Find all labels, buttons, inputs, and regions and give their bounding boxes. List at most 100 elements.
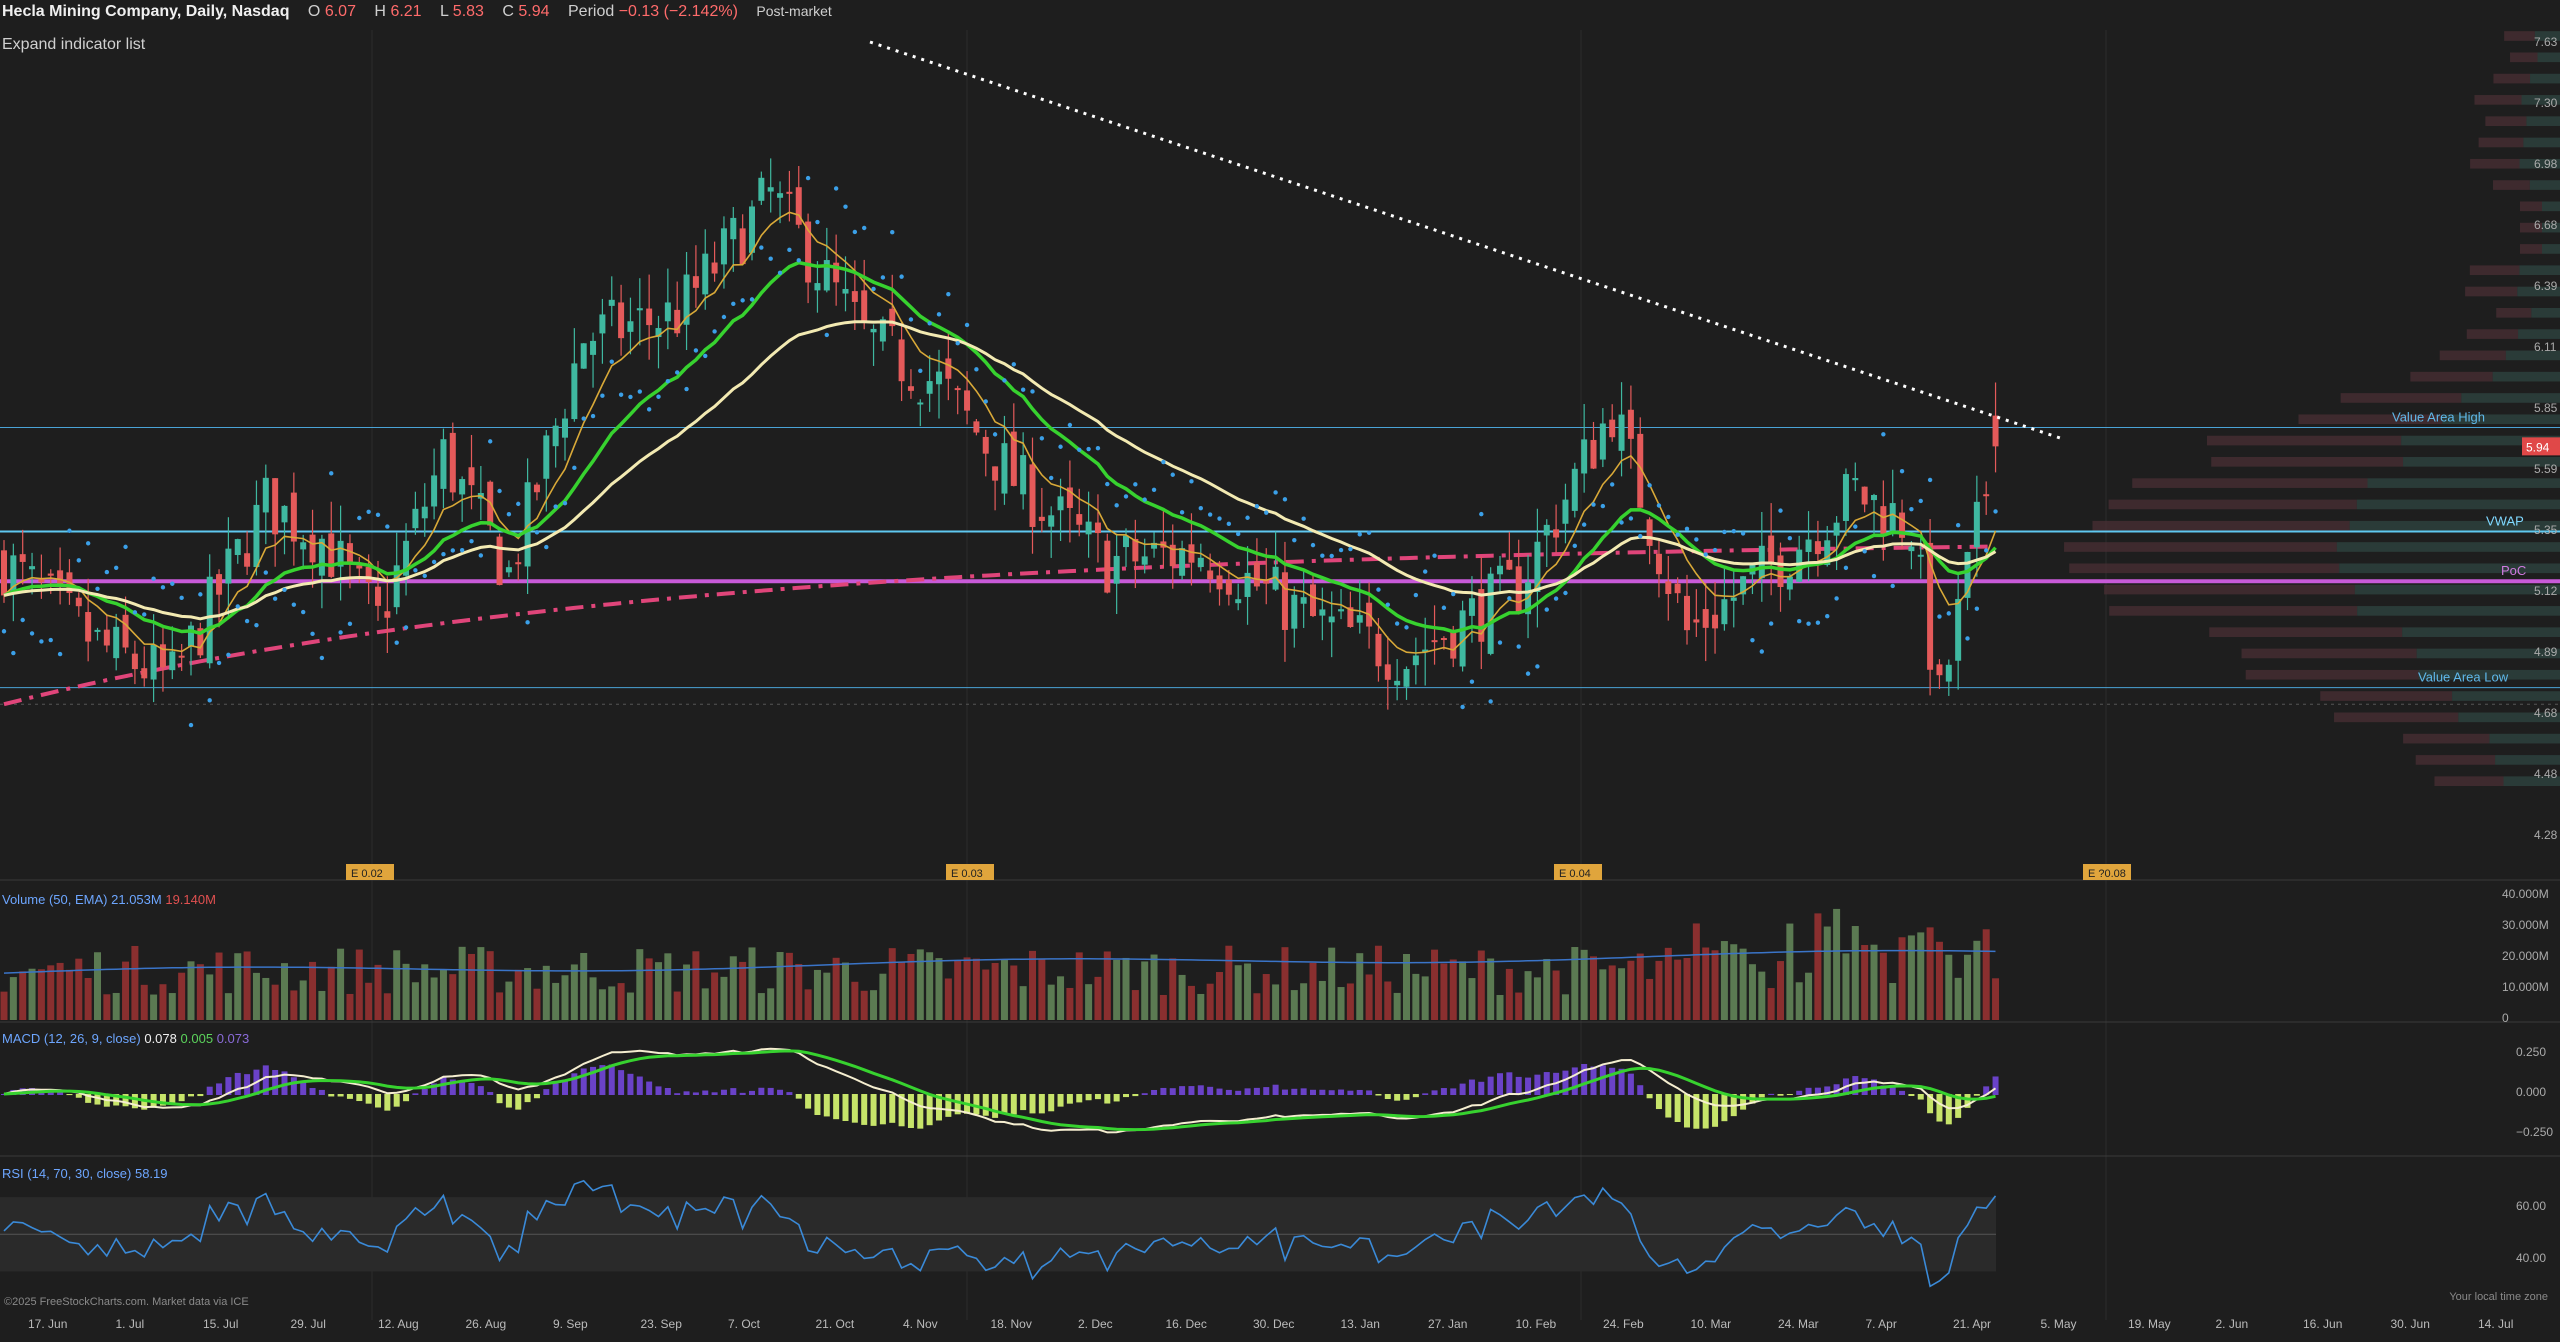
candle-body — [122, 614, 129, 648]
psar-dot — [1544, 607, 1549, 612]
macd-histogram-bar — [608, 1064, 615, 1095]
macd-histogram-bar — [1123, 1094, 1129, 1098]
price-axis-tick: 4.28 — [2534, 828, 2558, 842]
psar-dot — [1778, 508, 1783, 513]
price-axis-tick: 5.85 — [2534, 401, 2558, 415]
candle-body — [646, 308, 653, 326]
macd-histogram-bar — [75, 1094, 82, 1098]
candle-body — [954, 388, 961, 391]
macd-histogram-bar — [917, 1094, 924, 1129]
volume-profile-bar — [2439, 350, 2506, 361]
volume-bar — [1795, 982, 1803, 1020]
candle-body — [608, 299, 615, 306]
macd-histogram-bar — [1796, 1090, 1803, 1095]
macd-histogram-bar — [1805, 1087, 1812, 1095]
candle-body — [1029, 464, 1036, 527]
candle-body — [1571, 468, 1578, 511]
candle-body — [767, 187, 774, 192]
candle-body — [515, 562, 522, 565]
candle-body — [730, 217, 737, 240]
candle-body — [131, 653, 138, 670]
psar-dot — [796, 258, 801, 263]
volume-bar — [1898, 937, 1906, 1020]
macd-histogram-bar — [1300, 1088, 1307, 1095]
timezone-label[interactable]: Your local time zone — [2449, 1291, 2548, 1303]
macd-histogram-bar — [468, 1083, 475, 1095]
psar-dot — [1348, 546, 1353, 552]
candle-body — [1880, 506, 1887, 537]
psar-dot — [1338, 547, 1344, 553]
macd-histogram-bar — [1403, 1094, 1410, 1100]
x-axis-tick: 24. Feb — [1603, 1317, 1644, 1331]
candle-body — [749, 206, 755, 253]
psar-dot — [57, 651, 63, 657]
volume-bar — [1935, 941, 1943, 1020]
volume-bar — [1057, 976, 1065, 1020]
macd-histogram-bar — [487, 1092, 494, 1095]
volume-bar — [1515, 992, 1523, 1020]
volume-bar — [1561, 994, 1569, 1020]
volume-bar — [757, 993, 765, 1020]
candle-body — [777, 193, 784, 198]
candle-body — [1440, 638, 1447, 641]
psar-dot — [1423, 569, 1428, 574]
candle-body — [1599, 423, 1606, 460]
value-area-high-label: Value Area High — [2392, 409, 2485, 424]
expand-indicator-list-link[interactable]: Expand indicator list — [2, 36, 145, 54]
psar-dot — [29, 631, 35, 636]
candle-body — [1, 550, 7, 596]
volume-profile-bar — [2339, 563, 2560, 574]
psar-dot — [1002, 378, 1007, 383]
psar-dot — [1946, 611, 1952, 616]
volume-bar — [598, 989, 606, 1020]
macd-histogram-bar — [1338, 1089, 1345, 1095]
candle-body — [1235, 599, 1242, 604]
psar-dot — [880, 275, 886, 280]
chart-canvas[interactable]: Value Area High VWAP PoC Value Area Low 7.63… — [0, 0, 2560, 1342]
candle-body — [1833, 522, 1840, 536]
macd-histogram-bar — [1599, 1065, 1606, 1095]
psar-dot — [179, 595, 184, 601]
rsi-label: RSI (14, 70, 30, close) — [2, 1166, 132, 1181]
psar-dot — [20, 617, 25, 623]
psar-dot — [1899, 468, 1905, 474]
psar-dot — [104, 569, 110, 575]
volume-bar — [1646, 978, 1654, 1020]
candle-body — [29, 566, 36, 570]
psar-dot — [1451, 591, 1456, 597]
volume-bar — [570, 964, 578, 1020]
macd-histogram-bar — [627, 1073, 634, 1095]
macd-histogram-bar — [1038, 1094, 1045, 1114]
volume-profile-bar — [2518, 329, 2560, 339]
volume-bar — [122, 961, 130, 1020]
macd-histogram-bar — [1768, 1093, 1775, 1095]
candle-body — [590, 340, 597, 355]
candle-body — [1384, 664, 1391, 680]
macd-histogram-bar — [646, 1081, 653, 1095]
volume-bar — [37, 969, 45, 1020]
volume-profile-bar — [2537, 52, 2560, 63]
psar-dot — [1581, 522, 1587, 527]
psar-dot — [1731, 528, 1736, 534]
volume-profile-bar — [2245, 669, 2419, 680]
psar-dot — [310, 631, 315, 637]
candle-body — [1609, 419, 1616, 438]
psar-dot — [338, 630, 343, 635]
macd-histogram-bar — [1141, 1093, 1148, 1095]
psar-dot — [1862, 549, 1867, 554]
x-axis-tick: 4. Nov — [903, 1317, 938, 1331]
macd-histogram-bar — [505, 1094, 512, 1108]
psar-dot — [39, 639, 44, 644]
macd-histogram-bar — [318, 1089, 325, 1095]
candle-body — [1992, 415, 1999, 447]
volume-bar — [468, 953, 475, 1020]
psar-dot — [1142, 497, 1147, 502]
candle-body — [1487, 573, 1494, 654]
volume-bar — [1393, 992, 1401, 1020]
psar-dot — [731, 301, 736, 307]
candle-body — [1412, 655, 1419, 666]
macd-histogram-bar — [1431, 1090, 1438, 1095]
volume-bar — [1982, 929, 1990, 1020]
psar-dot — [675, 370, 680, 375]
candle-body — [692, 276, 699, 288]
